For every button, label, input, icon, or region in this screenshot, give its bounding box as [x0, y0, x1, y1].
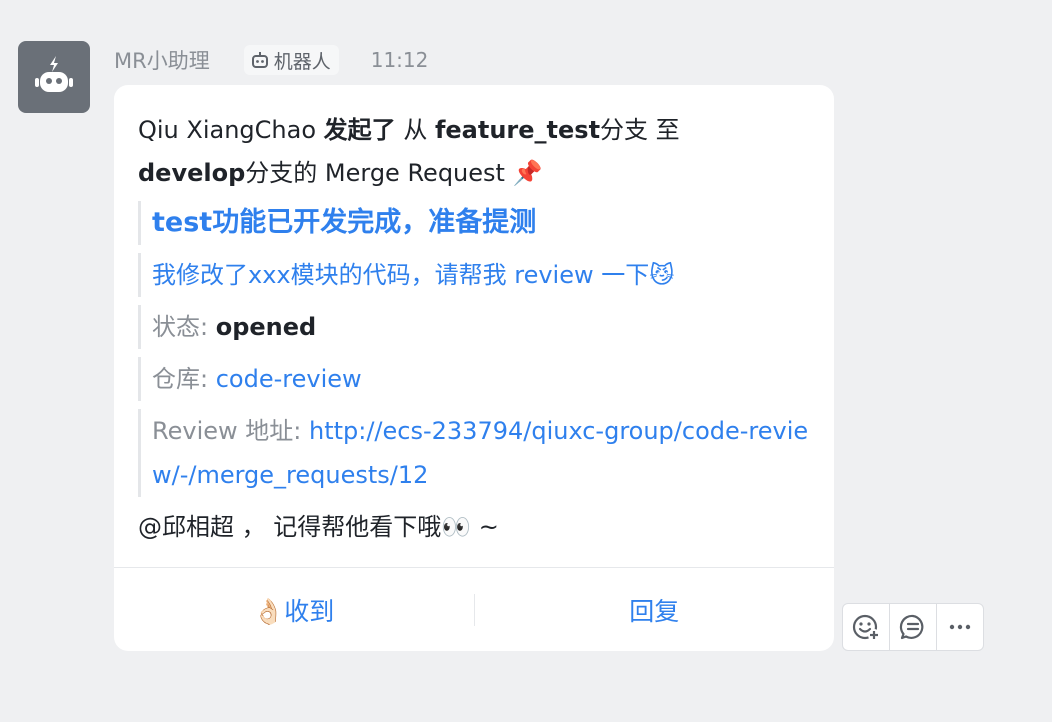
mr-intro: Qiu XiangChao 发起了 从 feature_test分支 至 dev… — [138, 109, 818, 195]
from-word: 从 — [403, 116, 428, 144]
bot-badge-label: 机器人 — [273, 50, 331, 73]
robot-icon — [35, 56, 73, 92]
branch-word-1: 分支 至 — [600, 116, 680, 144]
add-reaction-button[interactable] — [843, 604, 890, 650]
add-reaction-icon — [852, 614, 880, 641]
mr-status-block: 状态: opened — [138, 305, 818, 349]
mr-title[interactable]: test功能已开发完成，准备提测 — [152, 201, 818, 245]
source-branch: feature_test — [434, 116, 601, 144]
comment-button[interactable] — [890, 604, 937, 650]
sender-name[interactable]: MR小助理 — [114, 45, 210, 75]
reply-button[interactable]: 回复 — [475, 568, 835, 652]
action-verb: 发起了 — [323, 116, 396, 144]
ack-button[interactable]: 👌🏻收到 — [114, 568, 474, 652]
mr-title-block: test功能已开发完成，准备提测 — [138, 201, 818, 245]
robot-badge-icon — [251, 52, 268, 68]
card-actions: 👌🏻收到 回复 — [114, 567, 834, 652]
mr-url-block: Review 地址: http://ecs-233794/qiuxc-group… — [138, 409, 818, 497]
mr-description-block: 我修改了xxx模块的代码，请帮我 review 一下😼 — [138, 253, 818, 297]
comment-icon — [899, 614, 924, 640]
message-header: MR小助理 机器人 11:12 — [114, 44, 428, 76]
message-time: 11:12 — [370, 48, 429, 72]
status-label: 状态: — [152, 313, 216, 341]
message-toolbar — [842, 603, 984, 651]
status-value: opened — [215, 313, 317, 341]
bot-avatar[interactable] — [18, 41, 90, 113]
bot-badge: 机器人 — [243, 45, 339, 75]
more-icon — [949, 624, 971, 630]
message-content: Qiu XiangChao 发起了 从 feature_test分支 至 dev… — [138, 109, 818, 549]
repo-link[interactable]: code-review — [216, 365, 362, 393]
target-branch: develop — [138, 159, 246, 187]
repo-label: 仓库: — [152, 365, 216, 393]
more-button[interactable] — [937, 604, 983, 650]
mr-repo-block: 仓库: code-review — [138, 357, 818, 401]
message-card: Qiu XiangChao 发起了 从 feature_test分支 至 dev… — [114, 85, 834, 651]
branch-word-2: 分支的 Merge Request 📌 — [245, 159, 543, 187]
review-url-label: Review 地址: — [152, 417, 309, 445]
mr-description: 我修改了xxx模块的代码，请帮我 review 一下😼 — [152, 261, 675, 289]
author-name: Qiu XiangChao — [138, 116, 317, 144]
mention-line: @邱相超 ， 记得帮他看下哦👀 ~ — [138, 513, 499, 541]
